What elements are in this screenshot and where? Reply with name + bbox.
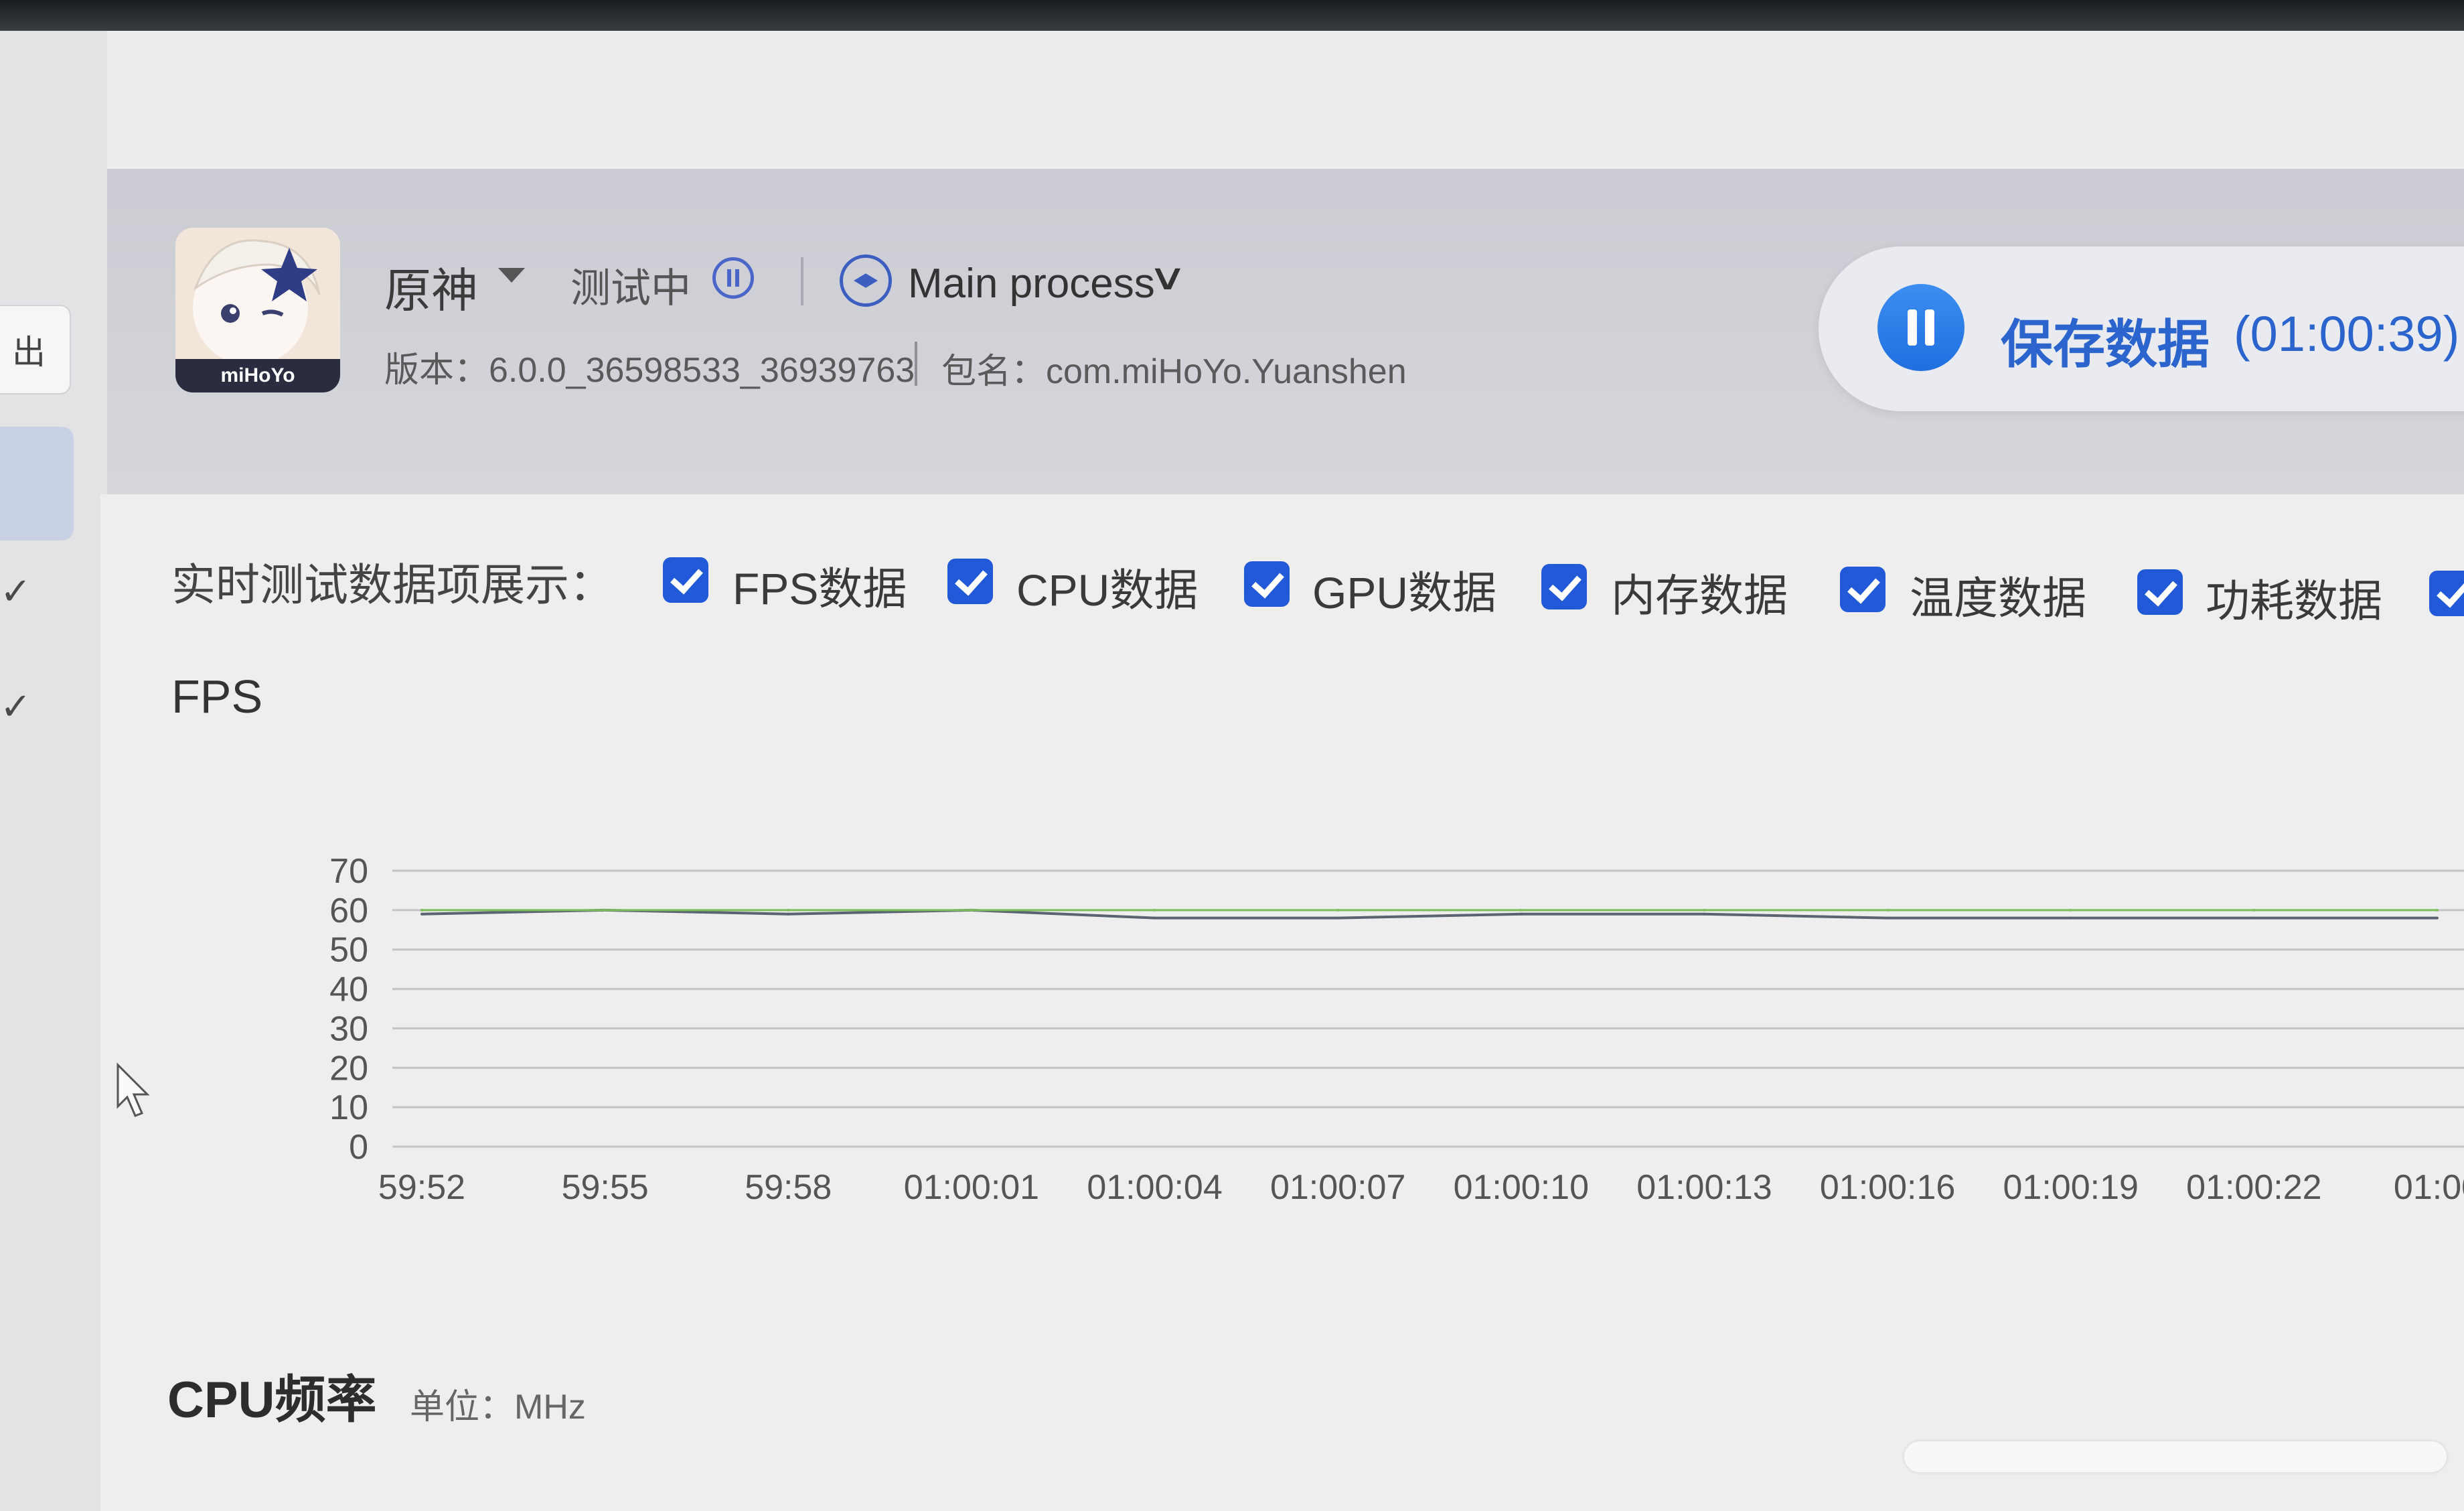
fps-data-point xyxy=(1336,916,1340,920)
fps-data-point xyxy=(420,912,423,916)
horizontal-scrollbar[interactable] xyxy=(1904,1441,2447,1472)
x-tick-label: 01:00:16 xyxy=(1820,1168,1955,1207)
y-tick-label: 30 xyxy=(329,1009,368,1048)
fps-data-point xyxy=(970,908,973,912)
x-tick-label: 01:00:07 xyxy=(1270,1168,1405,1207)
x-tick-label: 01:00:22 xyxy=(2186,1168,2321,1207)
fps-series-line xyxy=(421,908,2437,920)
x-tick-label: 59:52 xyxy=(378,1168,465,1207)
x-tick-label: 01:00:19 xyxy=(2003,1168,2139,1207)
x-tick-label: 59:58 xyxy=(745,1168,832,1207)
fps-data-point xyxy=(1519,908,1523,912)
y-tick-label: 40 xyxy=(329,970,368,1009)
fps-data-point xyxy=(2252,916,2256,920)
mouse-cursor-icon xyxy=(117,1062,150,1117)
fps-data-point xyxy=(1703,908,1706,912)
y-tick-label: 0 xyxy=(349,1128,368,1167)
y-tick-label: 20 xyxy=(329,1049,368,1088)
fps-data-point xyxy=(2436,916,2439,920)
fps-data-point xyxy=(2069,908,2072,912)
y-tick-label: 60 xyxy=(329,891,368,930)
fps-data-point xyxy=(2436,908,2439,912)
fps-data-point xyxy=(787,912,790,916)
y-tick-label: 50 xyxy=(329,931,368,970)
x-tick-label: 01:00:04 xyxy=(1087,1168,1222,1207)
fps-data-point xyxy=(1703,912,1706,916)
fps-data-point xyxy=(787,908,790,912)
x-tick-label: 01:00 xyxy=(2394,1168,2464,1207)
x-tick-label: 01:00:10 xyxy=(1454,1168,1589,1207)
fps-data-point xyxy=(1153,916,1156,920)
fps-data-point xyxy=(603,908,607,912)
x-tick-label: 59:55 xyxy=(562,1168,649,1207)
cpu-frequency-title: CPU频率 xyxy=(167,1372,377,1429)
fps-data-point xyxy=(1519,912,1523,916)
fps-chart: 010203040506070 59:52 59:55 59:58 01:00:01 01… xyxy=(329,852,2464,1207)
x-tick-label: 01:00:13 xyxy=(1636,1168,1772,1207)
y-tick-label: 10 xyxy=(329,1088,368,1127)
x-tick-label: 01:00:01 xyxy=(904,1168,1039,1207)
fps-data-point xyxy=(420,908,423,912)
y-tick-label: 70 xyxy=(329,852,368,891)
fps-data-point xyxy=(1886,916,1890,920)
fps-data-point xyxy=(1886,908,1890,912)
fps-data-point xyxy=(2252,908,2256,912)
fps-data-point xyxy=(2069,916,2072,920)
fps-data-point xyxy=(1153,908,1156,912)
cpu-unit-label: 单位：MHz xyxy=(410,1388,586,1427)
fps-data-point xyxy=(1336,908,1340,912)
